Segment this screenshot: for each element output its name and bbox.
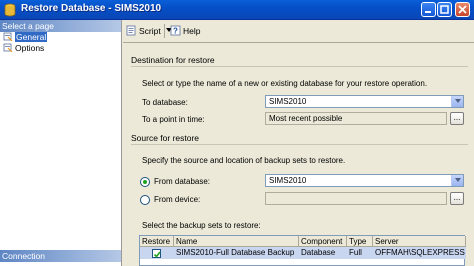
column-header-restore[interactable]: Restore	[140, 236, 174, 247]
nav-item-general[interactable]: General	[3, 32, 48, 43]
from-device-radio[interactable]	[140, 195, 150, 205]
from-device-browse-button[interactable]: ...	[450, 192, 464, 205]
chevron-down-icon	[455, 178, 461, 182]
nav-item-label: General	[15, 32, 48, 42]
page-icon	[3, 43, 13, 52]
nav-item-label: Options	[15, 43, 45, 53]
page-selector-pane: Select a page General Options Connection	[0, 20, 122, 266]
checkmark-icon	[153, 251, 161, 258]
row-name: SIMS2010-Full Database Backup	[176, 248, 295, 257]
help-label: Help	[183, 26, 201, 36]
column-header-server[interactable]: Server	[373, 236, 466, 247]
from-device-field	[265, 192, 447, 205]
page-icon	[3, 32, 13, 41]
row-type: Full	[349, 248, 362, 257]
nav-item-options[interactable]: Options	[3, 43, 44, 54]
minimize-button[interactable]	[421, 2, 436, 17]
toolbar-separator	[164, 24, 165, 38]
point-in-time-label: To a point in time:	[142, 115, 205, 124]
column-header-name[interactable]: Name	[174, 236, 299, 247]
table-row[interactable]: SIMS2010-Full Database Backup Database F…	[140, 247, 466, 259]
from-database-label[interactable]: From database:	[154, 177, 210, 186]
from-database-value: SIMS2010	[269, 176, 307, 185]
to-database-value: SIMS2010	[269, 97, 307, 106]
toolbar: Script ? Help	[123, 20, 474, 42]
column-header-component[interactable]: Component	[299, 236, 347, 247]
general-page: Script ? Help Destination for restore Se…	[123, 20, 474, 266]
restore-checkbox[interactable]	[152, 249, 161, 258]
destination-group-label: Destination for restore	[131, 55, 215, 65]
script-label: Script	[139, 26, 161, 36]
from-device-label[interactable]: From device:	[154, 195, 200, 204]
script-button[interactable]: Script	[126, 25, 173, 37]
grid-header: Restore Name Component Type Server	[140, 236, 466, 247]
maximize-button[interactable]	[437, 2, 452, 17]
column-header-type[interactable]: Type	[347, 236, 373, 247]
close-icon	[458, 5, 467, 14]
database-restore-icon	[4, 3, 16, 17]
backup-sets-grid[interactable]: Restore Name Component Type Server SIMS2…	[139, 235, 466, 266]
to-database-dropdown[interactable]	[451, 96, 463, 107]
to-database-label: To database:	[142, 98, 188, 107]
close-button[interactable]	[455, 2, 470, 17]
from-database-radio[interactable]	[140, 177, 150, 187]
source-instruction: Specify the source and location of backu…	[142, 156, 346, 165]
help-button[interactable]: ? Help	[170, 25, 200, 37]
destination-instruction: Select or type the name of a new or exis…	[142, 79, 428, 88]
to-database-combo[interactable]: SIMS2010	[265, 95, 464, 108]
title-bar[interactable]: Restore Database - SIMS2010	[0, 0, 474, 20]
window-title: Restore Database - SIMS2010	[21, 3, 162, 14]
svg-text:?: ?	[173, 27, 178, 36]
select-page-header: Select a page	[0, 20, 121, 32]
chevron-down-icon	[455, 99, 461, 103]
help-icon: ?	[170, 25, 181, 36]
from-database-combo[interactable]: SIMS2010	[265, 174, 464, 187]
row-component: Database	[301, 248, 336, 257]
backup-sets-label: Select the backup sets to restore:	[142, 221, 261, 230]
source-divider	[131, 144, 468, 145]
destination-divider	[131, 66, 468, 67]
point-in-time-value: Most recent possible	[269, 114, 343, 123]
script-icon	[126, 25, 136, 36]
point-in-time-browse-button[interactable]: ...	[450, 112, 464, 125]
row-server: OFFMAH\SQLEXPRESS	[375, 248, 465, 257]
from-database-dropdown[interactable]	[451, 175, 463, 186]
maximize-icon	[440, 5, 449, 14]
minimize-icon	[425, 11, 431, 13]
source-group-label: Source for restore	[131, 133, 200, 143]
toolbar-divider	[123, 42, 474, 43]
connection-header: Connection	[0, 250, 121, 262]
point-in-time-field: Most recent possible	[265, 112, 447, 125]
